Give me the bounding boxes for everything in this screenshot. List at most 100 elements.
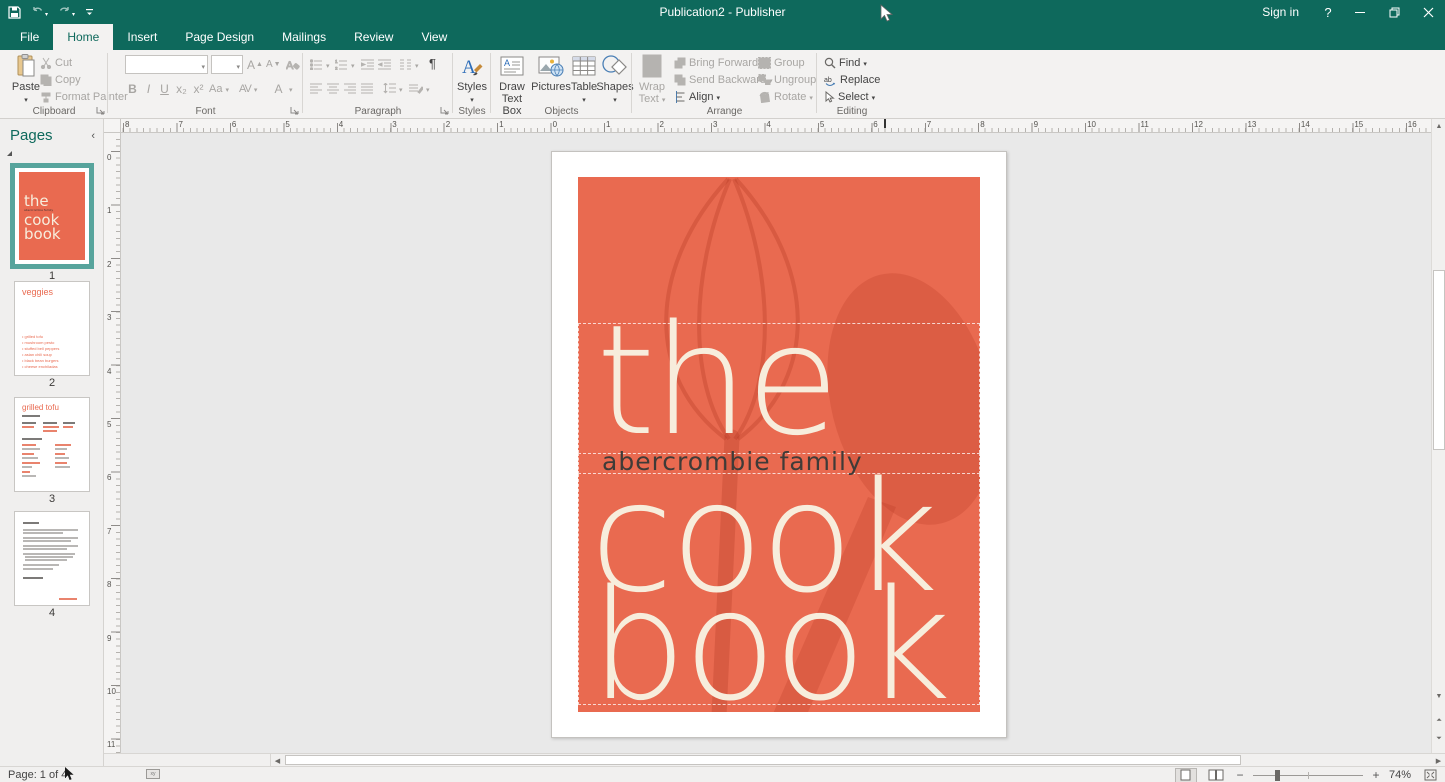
justify-button[interactable] (361, 80, 373, 97)
shapes-button[interactable]: Shapes (599, 52, 631, 104)
vertical-scrollbar-thumb[interactable] (1433, 270, 1445, 450)
zoom-out-button[interactable]: − (1235, 768, 1245, 782)
change-case-button[interactable]: Aa (209, 80, 229, 97)
find-button[interactable]: Find (824, 54, 867, 71)
shapes-icon (602, 54, 628, 78)
superscript-button[interactable]: x² (191, 80, 206, 97)
pictures-button[interactable]: Pictures (533, 52, 569, 104)
align-right-button[interactable] (344, 80, 356, 97)
page-2-thumbnail[interactable]: veggies • grilled tofu• mushroom pesto• … (14, 281, 90, 376)
align-left-icon (310, 83, 322, 94)
bullets-button[interactable] (310, 56, 330, 73)
draw-text-box-button[interactable]: A Draw Text Box (493, 52, 531, 104)
rotate-button[interactable]: Rotate (758, 88, 813, 105)
page-3-thumbnail[interactable]: grilled tofu (14, 397, 90, 492)
shrink-font-button[interactable]: A▼ (266, 56, 281, 73)
page-indicator[interactable]: Page: 1 of 4 (8, 769, 67, 781)
vertical-ruler[interactable]: 01234567891011 (104, 133, 121, 753)
columns-icon (399, 59, 412, 70)
tab-file[interactable]: File (6, 24, 53, 50)
paragraph-dialog-launcher[interactable] (440, 106, 450, 116)
page-1-thumbnail[interactable]: the abercrombie family cook book (10, 163, 94, 269)
replace-button[interactable]: ab Replace (824, 71, 880, 88)
restore-icon (1389, 7, 1400, 18)
page-3-number[interactable]: 3 (10, 493, 94, 505)
font-size-combobox[interactable] (211, 55, 243, 74)
zoom-in-button[interactable]: + (1371, 768, 1381, 782)
tab-view[interactable]: View (407, 24, 461, 50)
pages-panel-title: Pages (10, 127, 53, 144)
next-page-button[interactable]: ⏷ (1432, 731, 1445, 746)
dropdown-arrow-icon (326, 59, 330, 71)
font-color-button[interactable]: A (271, 80, 293, 97)
bring-forward-button[interactable]: Bring Forward (674, 54, 765, 71)
align-center-button[interactable] (327, 80, 339, 97)
clear-formatting-button[interactable]: A (286, 56, 300, 73)
underline-button[interactable]: U (157, 80, 172, 97)
columns-button[interactable] (399, 56, 419, 73)
zoom-slider-thumb[interactable] (1275, 770, 1280, 781)
cut-button[interactable]: Cut (40, 54, 72, 71)
svg-text:2: 2 (335, 66, 338, 70)
group-button[interactable]: Group (758, 54, 805, 71)
dropdown-arrow-icon (201, 58, 205, 72)
grow-font-button[interactable]: A▲ (247, 56, 263, 73)
align-left-button[interactable] (310, 80, 322, 97)
page-4-thumbnail[interactable] (14, 511, 90, 606)
tab-page-design[interactable]: Page Design (171, 24, 268, 50)
single-page-view-button[interactable] (1175, 768, 1197, 782)
horizontal-scrollbar-thumb[interactable] (285, 755, 1241, 765)
horizontal-ruler[interactable]: 87654321012345678910111213141516 (121, 119, 1431, 133)
pages-group-triangle-icon[interactable] (7, 151, 12, 156)
tab-review[interactable]: Review (340, 24, 407, 50)
fit-page-button[interactable] (1419, 768, 1441, 782)
scroll-up-button[interactable]: ▲ (1432, 119, 1445, 134)
ungroup-button[interactable]: Ungroup (758, 71, 816, 88)
zoom-level[interactable]: 74% (1389, 769, 1411, 781)
subscript-button[interactable]: x₂ (174, 80, 189, 97)
select-button[interactable]: Select (824, 88, 875, 105)
previous-page-button[interactable]: ⏶ (1432, 713, 1445, 728)
italic-button[interactable]: I (141, 80, 156, 97)
wrap-text-button[interactable]: Wrap Text (635, 52, 669, 104)
cover-image[interactable]: the abercrombie family cook book (578, 177, 980, 712)
scroll-down-button[interactable]: ▼ (1432, 689, 1445, 704)
minimize-button[interactable] (1343, 0, 1377, 24)
two-page-spread-view-button[interactable] (1205, 768, 1227, 782)
canvas-workspace[interactable]: the abercrombie family cook book (121, 133, 1431, 753)
bold-button[interactable]: B (125, 80, 140, 97)
line-spacing-button[interactable] (383, 80, 403, 97)
vertical-scrollbar[interactable]: ▲ ▼ ⏶ ⏷ (1431, 119, 1445, 753)
tab-home[interactable]: Home (53, 24, 113, 50)
tab-insert[interactable]: Insert (113, 24, 171, 50)
thumb3-title: grilled tofu (22, 403, 59, 412)
font-name-combobox[interactable] (125, 55, 208, 74)
tab-mailings[interactable]: Mailings (268, 24, 340, 50)
page-2-number[interactable]: 2 (10, 377, 94, 389)
bring-forward-icon (674, 57, 686, 69)
object-size-icon[interactable]: xy (146, 769, 160, 779)
font-dialog-launcher[interactable] (290, 106, 300, 116)
decrease-indent-button[interactable] (361, 56, 374, 73)
draw-text-box-icon: A (500, 54, 524, 78)
restore-button[interactable] (1377, 0, 1411, 24)
character-spacing-button[interactable]: AV (239, 80, 257, 97)
collapse-pages-panel-button[interactable]: ‹ (91, 130, 95, 142)
help-button[interactable]: ? (1313, 0, 1343, 24)
styles-button[interactable]: A Styles (450, 52, 494, 104)
clipboard-dialog-launcher[interactable] (96, 106, 106, 116)
numbering-button[interactable]: 12 (335, 56, 355, 73)
publication-page[interactable]: the abercrombie family cook book (551, 151, 1007, 738)
minimize-icon (1355, 7, 1365, 17)
close-button[interactable] (1411, 0, 1445, 24)
copy-button[interactable]: Copy (40, 71, 81, 88)
table-button[interactable]: Table (569, 52, 599, 104)
styles-icon: A (460, 54, 484, 78)
paragraph-shading-button[interactable] (409, 80, 430, 97)
page-4-number[interactable]: 4 (10, 607, 94, 619)
sign-in-link[interactable]: Sign in (1248, 0, 1313, 24)
increase-indent-button[interactable] (378, 56, 391, 73)
zoom-slider[interactable] (1253, 768, 1363, 782)
special-characters-button[interactable]: ¶ (429, 55, 436, 72)
align-button[interactable]: Align (674, 88, 720, 105)
